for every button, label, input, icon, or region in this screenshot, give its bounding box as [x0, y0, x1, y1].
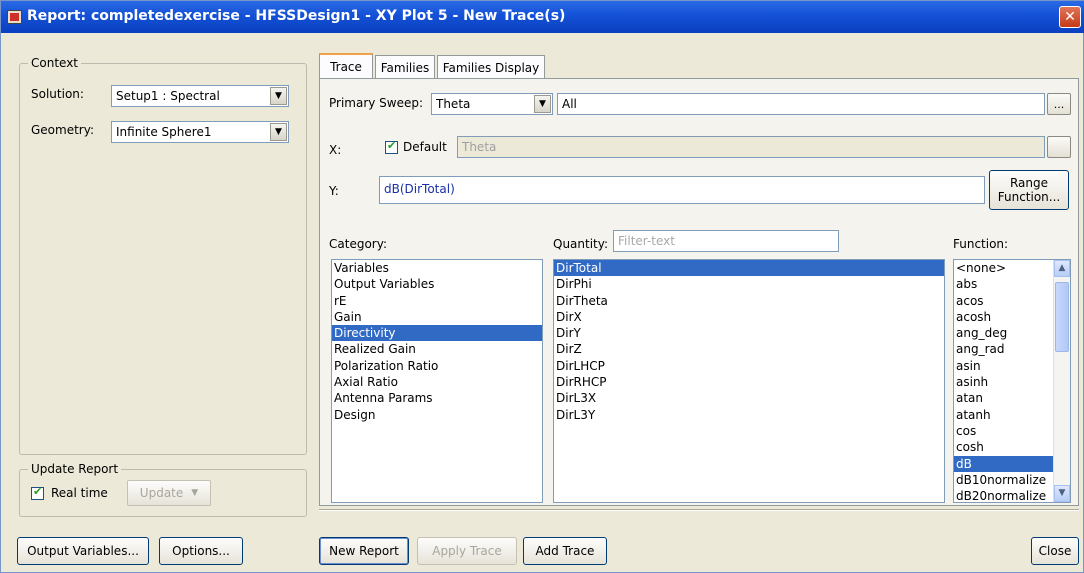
window-close-button[interactable]: ✕	[1059, 6, 1081, 28]
quantity-list[interactable]: DirTotal DirPhi DirTheta DirX DirY DirZ …	[553, 259, 945, 503]
report-dialog: Report: completedexercise - HFSSDesign1 …	[0, 0, 1084, 573]
title-bar[interactable]: Report: completedexercise - HFSSDesign1 …	[1, 1, 1084, 33]
primary-sweep-range-value: All	[562, 97, 577, 111]
context-group-label: Context	[28, 56, 82, 70]
tab-families[interactable]: Families	[375, 55, 435, 79]
scroll-down-icon[interactable]: ▼	[1054, 485, 1070, 502]
quantity-item[interactable]: DirPhi	[554, 276, 944, 292]
y-expression-input[interactable]: dB(DirTotal)	[379, 176, 985, 204]
y-label: Y:	[329, 184, 339, 198]
chevron-down-icon: ▼	[191, 488, 199, 498]
quantity-filter-input[interactable]: Filter-text	[613, 230, 839, 252]
realtime-checkbox[interactable]	[31, 485, 44, 500]
category-list[interactable]: Variables Output Variables rE Gain Direc…	[331, 259, 543, 503]
quantity-item-selected[interactable]: DirTotal	[554, 260, 944, 277]
y-value: dB(DirTotal)	[384, 182, 455, 196]
chevron-down-icon[interactable]: ▼	[270, 87, 287, 105]
solution-dropdown[interactable]: Setup1 : Spectral ▼	[111, 85, 289, 107]
button-separator	[319, 509, 1079, 511]
quantity-item[interactable]: DirLHCP	[554, 358, 944, 374]
tab-families-display[interactable]: Families Display	[437, 55, 545, 79]
x-ellipsis-button[interactable]	[1047, 136, 1071, 158]
apply-trace-label: Apply Trace	[432, 544, 502, 558]
output-variables-button[interactable]: Output Variables...	[17, 537, 149, 565]
x-default-label: Default	[403, 140, 447, 154]
range-function-label-line2: Function...	[997, 190, 1061, 204]
category-item[interactable]: Variables	[332, 260, 542, 276]
new-report-label: New Report	[329, 544, 399, 558]
geometry-dropdown[interactable]: Infinite Sphere1 ▼	[111, 121, 289, 143]
function-item-selected[interactable]: dB	[954, 455, 1053, 472]
quantity-item[interactable]: DirX	[554, 309, 944, 325]
quantity-item[interactable]: DirZ	[554, 341, 944, 357]
category-item[interactable]: Axial Ratio	[332, 374, 542, 390]
x-value: Theta	[462, 140, 497, 154]
update-report-group-label: Update Report	[28, 462, 122, 476]
quantity-filter-placeholder: Filter-text	[618, 234, 675, 248]
category-item-selected[interactable]: Directivity	[332, 325, 542, 342]
solution-value: Setup1 : Spectral	[116, 89, 220, 103]
scroll-up-icon[interactable]: ▲	[1054, 260, 1070, 277]
realtime-label: Real time	[51, 486, 108, 500]
x-field: Theta	[457, 136, 1045, 158]
category-item[interactable]: Design	[332, 407, 542, 423]
category-item[interactable]: Polarization Ratio	[332, 358, 542, 374]
x-default-checkbox[interactable]	[385, 139, 398, 154]
close-label: Close	[1038, 544, 1072, 558]
tab-trace[interactable]: Trace	[319, 53, 373, 79]
category-item[interactable]: Antenna Params	[332, 390, 542, 406]
category-item[interactable]: Gain	[332, 309, 542, 325]
apply-trace-button[interactable]: Apply Trace	[417, 537, 517, 565]
add-trace-label: Add Trace	[535, 544, 595, 558]
options-button[interactable]: Options...	[159, 537, 243, 565]
range-function-label-line1: Range	[1009, 176, 1049, 190]
options-label: Options...	[172, 544, 230, 558]
solution-label: Solution:	[31, 87, 84, 101]
primary-sweep-label: Primary Sweep:	[329, 96, 424, 110]
add-trace-button[interactable]: Add Trace	[523, 537, 607, 565]
category-item[interactable]: Output Variables	[332, 276, 542, 292]
update-button[interactable]: Update ▼	[127, 480, 211, 506]
quantity-item[interactable]: DirY	[554, 325, 944, 341]
primary-sweep-range-field[interactable]: All	[557, 93, 1045, 115]
tab-families-display-label: Families Display	[442, 60, 540, 75]
geometry-value: Infinite Sphere1	[116, 125, 212, 139]
chevron-down-icon[interactable]: ▼	[270, 123, 287, 141]
function-label: Function:	[953, 237, 1009, 251]
quantity-item[interactable]: DirL3Y	[554, 407, 944, 423]
new-report-button[interactable]: New Report	[319, 537, 409, 565]
chevron-down-icon[interactable]: ▼	[534, 95, 551, 113]
x-label: X:	[329, 143, 342, 157]
output-variables-label: Output Variables...	[27, 544, 139, 558]
primary-sweep-ellipsis-button[interactable]: ...	[1047, 93, 1071, 115]
close-button[interactable]: Close	[1031, 537, 1079, 565]
app-icon	[7, 10, 22, 24]
function-list-scrollbar[interactable]: ▲ ▼	[1053, 260, 1070, 502]
category-item[interactable]: Realized Gain	[332, 341, 542, 357]
tab-trace-label: Trace	[330, 60, 362, 74]
tab-families-label: Families	[380, 60, 430, 75]
scroll-thumb[interactable]	[1055, 282, 1069, 352]
category-label: Category:	[329, 237, 387, 251]
geometry-label: Geometry:	[31, 123, 95, 137]
quantity-item[interactable]: DirTheta	[554, 293, 944, 309]
category-item[interactable]: rE	[332, 293, 542, 309]
range-function-button[interactable]: Range Function...	[989, 170, 1069, 210]
quantity-item[interactable]: DirRHCP	[554, 374, 944, 390]
quantity-item[interactable]: DirL3X	[554, 390, 944, 406]
primary-sweep-value: Theta	[436, 97, 471, 111]
window-title: Report: completedexercise - HFSSDesign1 …	[27, 8, 566, 24]
update-button-label: Update	[139, 486, 184, 500]
primary-sweep-dropdown[interactable]: Theta ▼	[431, 93, 553, 115]
function-list[interactable]: <none> abs acos acosh ang_deg ang_rad as…	[953, 259, 1071, 503]
quantity-label: Quantity:	[553, 237, 609, 251]
